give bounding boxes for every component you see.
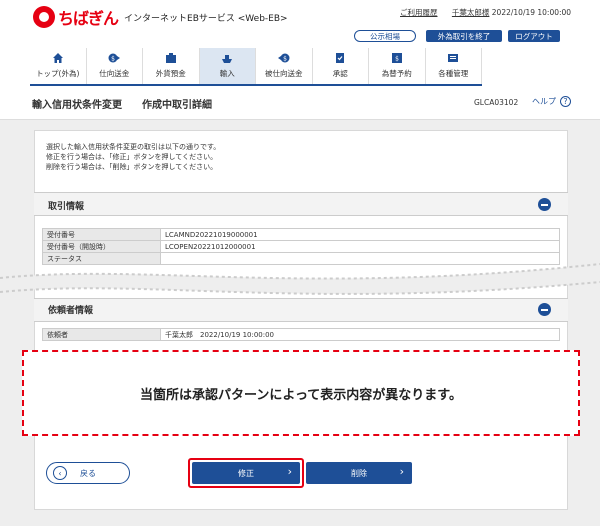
public-rate-button[interactable]: 公示相場 <box>354 30 416 42</box>
nav-item-outward-remittance[interactable]: $ 仕向送金 <box>87 48 143 84</box>
page-subtitle: 作成中取引詳細 <box>142 100 212 111</box>
chevron-right-icon: › <box>399 465 404 478</box>
nav-item-import[interactable]: 輸入 <box>199 48 256 84</box>
nav-item-fx-deposit[interactable]: 外貨預金 <box>143 48 200 84</box>
svg-text:$: $ <box>283 56 287 63</box>
forex-icon: $ <box>391 52 403 64</box>
top-info: ご利用履歴 千葉太郎様 2022/10/19 10:00:00 <box>400 7 571 18</box>
row-value: 千葉太郎 2022/10/19 10:00:00 <box>160 328 560 341</box>
back-button[interactable]: ‹ 戻る <box>46 462 130 484</box>
delete-label: 削除 <box>351 468 367 478</box>
requester-heading: 依頼者情報 <box>48 306 94 316</box>
row-label: 受付番号（開設時） <box>42 240 161 253</box>
nav-label: 外貨預金 <box>155 69 186 78</box>
modify-button[interactable]: 修正 › <box>192 462 300 484</box>
bank-name: ちばぎん <box>58 9 119 28</box>
help-icon: ? <box>560 96 571 107</box>
nav-label: 承認 <box>332 69 348 78</box>
chevron-left-icon: ‹ <box>53 466 67 480</box>
omission-wave-divider <box>0 263 600 295</box>
import-ship-icon <box>221 52 233 64</box>
nav-label: 各種管理 <box>438 69 469 78</box>
transaction-section-header <box>34 192 568 216</box>
bank-logo-icon <box>33 6 55 28</box>
nav-label: トップ(外為) <box>36 69 80 78</box>
svg-text:$: $ <box>395 56 399 63</box>
back-label: 戻る <box>80 468 96 478</box>
screen-id: GLCA03102 <box>474 98 519 107</box>
send-money-icon: $ <box>108 52 121 64</box>
nav-item-admin[interactable]: 各種管理 <box>426 48 482 84</box>
row-label: 依頼者 <box>42 328 161 341</box>
nav-item-inward-remittance[interactable]: $ 被仕向送金 <box>256 48 313 84</box>
table-row: 受付番号（開設時） LCOPEN20221012000001 <box>42 240 560 253</box>
svg-text:$: $ <box>111 56 115 63</box>
deposit-icon <box>165 52 177 64</box>
user-name: 千葉太郎様 <box>451 8 490 17</box>
logout-button[interactable]: ログアウト <box>508 30 560 42</box>
main-nav: トップ(外為) $ 仕向送金 外貨預金 輸入 $ 被仕向送金 承認 $ 為替予約… <box>30 48 482 86</box>
receive-money-icon: $ <box>277 52 290 64</box>
approve-icon <box>334 52 346 64</box>
service-name: インターネットEBサービス <Web-EB> <box>124 13 288 24</box>
collapse-transaction-icon[interactable] <box>538 198 551 211</box>
fx-end-button[interactable]: 外為取引を終了 <box>426 30 502 42</box>
admin-icon <box>447 52 459 64</box>
nav-item-top[interactable]: トップ(外為) <box>30 48 87 84</box>
page-title: 輸入信用状条件変更 <box>32 100 122 111</box>
row-value: LCAMND20221019000001 <box>160 228 560 241</box>
intro-text: 選択した輸入信用状条件変更の取引は以下の通りです。 修正を行う場合は、「修正」ボ… <box>46 143 221 171</box>
collapse-requester-icon[interactable] <box>538 303 551 316</box>
usage-history-link[interactable]: ご利用履歴 <box>400 8 438 17</box>
bank-logo: ちばぎん インターネットEBサービス <Web-EB> <box>33 6 288 28</box>
help-label: ヘルプ <box>532 97 556 106</box>
help-link[interactable]: ヘルプ ? <box>532 96 571 107</box>
nav-item-forex-contract[interactable]: $ 為替予約 <box>369 48 426 84</box>
nav-label: 為替予約 <box>381 69 412 78</box>
table-row: 依頼者 千葉太郎 2022/10/19 10:00:00 <box>42 328 560 341</box>
nav-label: 輸入 <box>219 69 235 78</box>
requester-table: 依頼者 千葉太郎 2022/10/19 10:00:00 <box>42 328 560 341</box>
chevron-right-icon: › <box>287 465 292 478</box>
row-label: 受付番号 <box>42 228 161 241</box>
transaction-heading: 取引情報 <box>48 202 85 212</box>
nav-label: 仕向送金 <box>99 69 130 78</box>
login-timestamp: 2022/10/19 10:00:00 <box>491 8 572 17</box>
delete-button[interactable]: 削除 › <box>306 462 412 484</box>
table-row: 受付番号 LCAMND20221019000001 <box>42 228 560 241</box>
nav-item-approval[interactable]: 承認 <box>313 48 369 84</box>
nav-label: 被仕向送金 <box>265 69 303 78</box>
approval-pattern-note: 当箇所は承認パターンによって表示内容が異なります。 <box>22 350 580 436</box>
home-icon <box>52 52 64 64</box>
modify-label: 修正 <box>238 468 254 478</box>
requester-section-header <box>34 298 568 322</box>
row-value: LCOPEN20221012000001 <box>160 240 560 253</box>
